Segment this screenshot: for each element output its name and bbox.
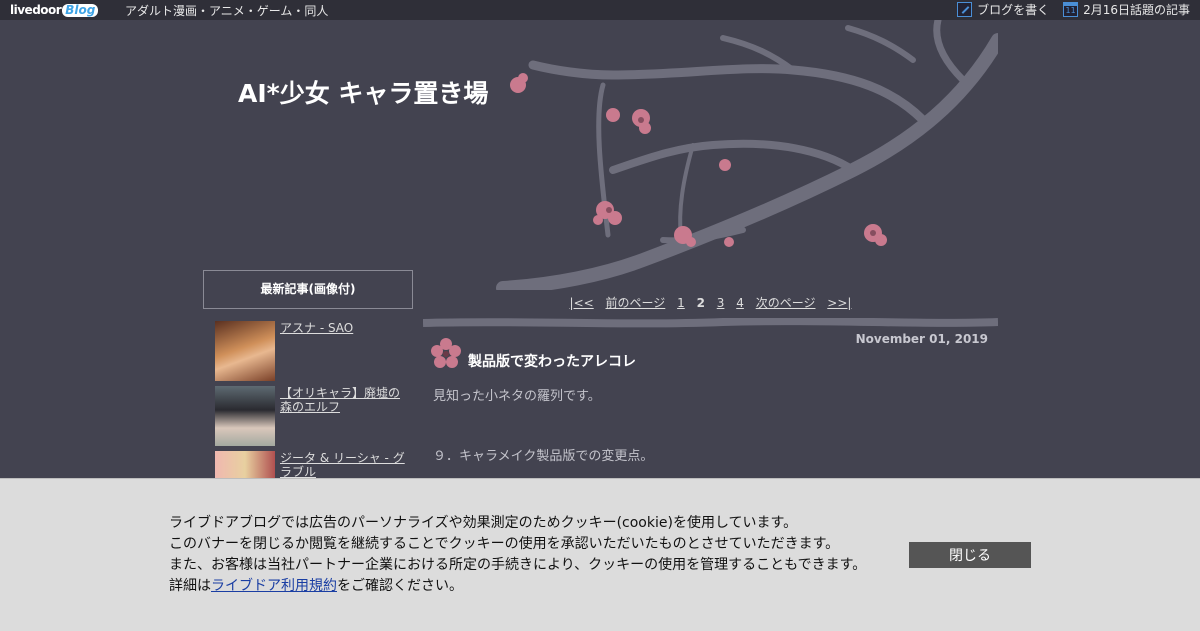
- hot-topics-label: 2月16日話題の記事: [1083, 3, 1190, 17]
- calendar-day: 11: [1065, 6, 1076, 15]
- page-link-1[interactable]: 1: [677, 296, 685, 310]
- list-item[interactable]: 【オリキャラ】廃墟の森のエルフ: [215, 386, 413, 446]
- list-item[interactable]: アスナ - SAO: [215, 321, 413, 381]
- cookie-notice-text: ライブドアブログでは広告のパーソナライズや効果測定のためクッキー(cookie)…: [169, 513, 866, 597]
- recent-article-link[interactable]: アスナ - SAO: [280, 321, 405, 381]
- article-intro: 見知った小ネタの羅列です。: [433, 389, 601, 404]
- article-thumbnail[interactable]: [215, 386, 275, 446]
- top-right-links: ブログを書く 11 2月16日話題の記事: [957, 1, 1190, 18]
- page-link-3[interactable]: 3: [717, 296, 725, 310]
- cookie-line-1: ライブドアブログでは広告のパーソナライズや効果測定のためクッキー(cookie)…: [169, 515, 798, 531]
- article-thumbnail[interactable]: [215, 321, 275, 381]
- first-page-link[interactable]: |<<: [570, 296, 594, 310]
- last-page-link[interactable]: >>|: [827, 296, 851, 310]
- pen-icon: [957, 2, 973, 17]
- page-link-4[interactable]: 4: [736, 296, 744, 310]
- pagination: |<< 前のページ 1 2 3 4 次のページ >>|: [423, 294, 998, 311]
- cookie-banner: ライブドアブログでは広告のパーソナライズや効果測定のためクッキー(cookie)…: [0, 478, 1200, 631]
- hot-topics-link[interactable]: 11 2月16日話題の記事: [1063, 1, 1190, 18]
- next-page-link[interactable]: 次のページ: [756, 296, 816, 310]
- livedoor-blog-logo[interactable]: livedoor Blog: [10, 1, 104, 19]
- article-date: November 01, 2019: [855, 332, 988, 346]
- prev-page-link[interactable]: 前のページ: [606, 296, 666, 310]
- blog-title[interactable]: AI*少女 キャラ置き場: [238, 74, 488, 110]
- top-bar: livedoor Blog アダルト漫画・アニメ・ゲーム・同人 ブログを書く 1…: [0, 0, 1200, 20]
- brush-divider: [423, 318, 998, 328]
- recent-article-link[interactable]: 【オリキャラ】廃墟の森のエルフ: [280, 386, 405, 446]
- sakura-icon: [431, 338, 461, 368]
- logo-blog-text: Blog: [62, 3, 99, 17]
- cookie-line-4-prefix: 詳細は: [169, 578, 211, 594]
- logo-livedoor-text: livedoor: [10, 3, 62, 17]
- cookie-line-4-suffix: をご確認ください。: [337, 578, 463, 594]
- cookie-line-3: また、お客様は当社パートナー企業における所定の手続きにより、クッキーの使用を管理…: [169, 557, 867, 573]
- cherry-branch-illustration: [496, 20, 998, 290]
- calendar-icon: 11: [1063, 2, 1079, 17]
- close-button[interactable]: 閉じる: [909, 542, 1031, 568]
- cookie-line-2: このバナーを閉じるか閲覧を継続することでクッキーの使用を承認いただいたものとさせ…: [169, 536, 840, 552]
- article-title[interactable]: 製品版で変わったアレコレ: [468, 351, 636, 371]
- sidebar-heading: 最新記事(画像付): [203, 270, 413, 309]
- terms-link[interactable]: ライブドア利用規約: [211, 578, 337, 594]
- write-blog-label: ブログを書く: [977, 3, 1050, 17]
- blog-header: AI*少女 キャラ置き場: [203, 20, 998, 310]
- current-page: 2: [696, 296, 705, 310]
- category-link[interactable]: アダルト漫画・アニメ・ゲーム・同人: [125, 2, 328, 19]
- write-blog-link[interactable]: ブログを書く: [957, 1, 1049, 18]
- article-section-heading: ９．キャラメイク製品版での変更点。: [433, 449, 654, 464]
